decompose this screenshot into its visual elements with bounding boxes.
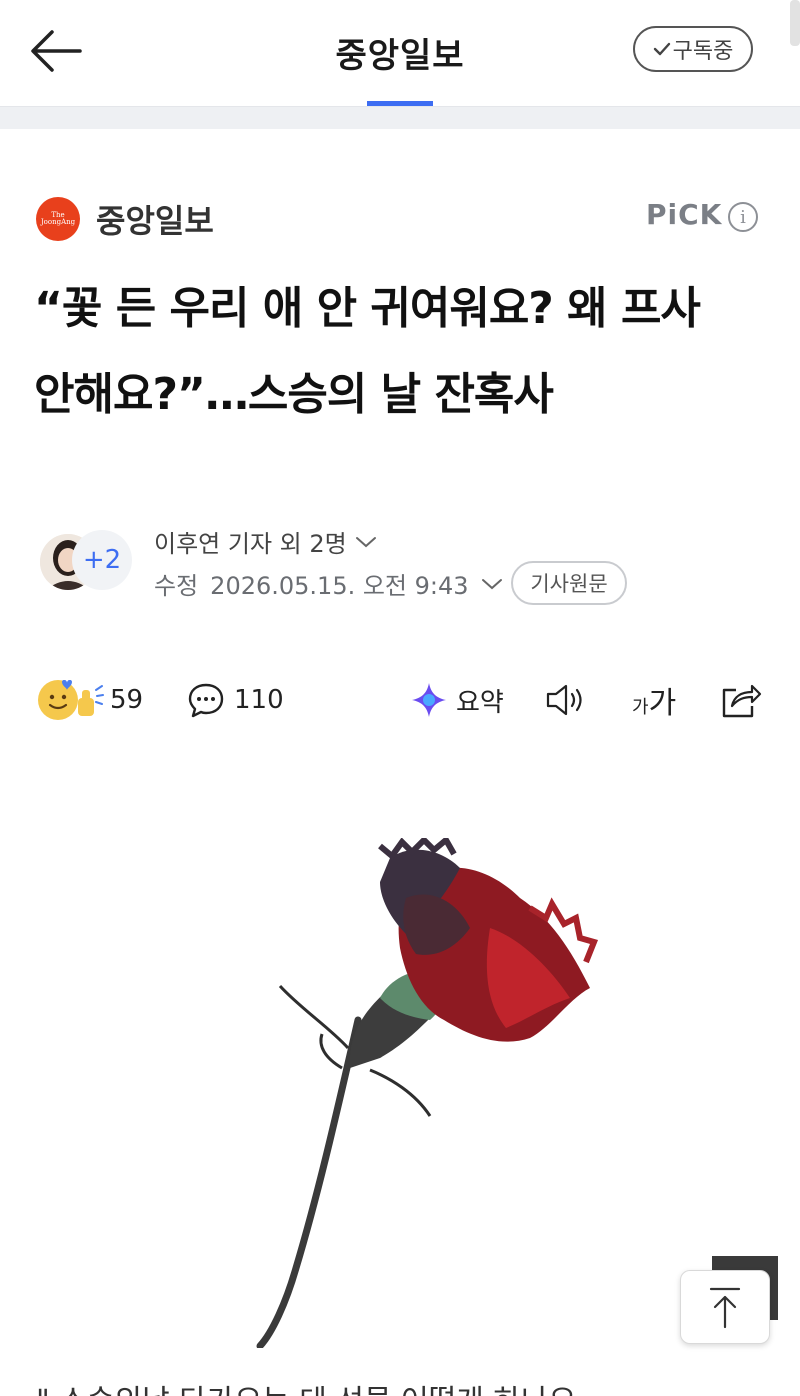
summary-label: 요약: [456, 687, 504, 718]
comment-button[interactable]: 110: [186, 670, 284, 730]
pick-badge: PiCK: [646, 198, 723, 231]
comment-count: 110: [234, 685, 284, 715]
speaker-icon: [546, 684, 582, 716]
comment-icon: [188, 683, 224, 718]
subscribe-button[interactable]: 구독중: [633, 26, 753, 72]
chevron-down-icon: [481, 578, 502, 589]
more-authors-badge[interactable]: +2: [72, 530, 132, 590]
article-image[interactable]: [230, 835, 610, 1350]
share-icon: [722, 684, 762, 718]
font-large-label: 가: [648, 686, 677, 721]
font-small-label: 가: [632, 697, 649, 718]
check-icon: [653, 42, 670, 56]
date-label: 수정: [154, 572, 199, 600]
subscribe-label: 구독중: [672, 39, 734, 64]
arrow-up-icon: [709, 1287, 741, 1329]
press-info[interactable]: The JoongAng 중앙일보: [36, 196, 214, 242]
summary-button[interactable]: 요약: [410, 670, 504, 730]
article-body-preview: " 스승의날 다가오는 데 선물 어떻게 하나요: [36, 1376, 776, 1396]
carnation-icon: [256, 835, 599, 1350]
ai-sparkle-icon: [412, 683, 446, 717]
author-names: 이후연 기자 외 2명: [154, 530, 347, 558]
press-name: 중앙일보: [96, 202, 214, 240]
top-bar: 중앙일보 구독중: [0, 0, 800, 106]
header-divider: [0, 106, 800, 129]
scrollbar[interactable]: [790, 0, 800, 46]
share-button[interactable]: [718, 670, 762, 730]
reaction-count: 59: [110, 685, 144, 715]
info-icon[interactable]: i: [728, 202, 758, 232]
chevron-down-icon: [355, 536, 376, 547]
article-headline: “꽃 든 우리 애 안 귀여워요? 왜 프사 안해요?”…스승의 날 잔혹사: [34, 283, 701, 420]
date-value: 2026.05.15. 오전 9:43: [210, 572, 469, 600]
action-bar: 59 110 요약 가 가: [0, 670, 800, 730]
read-aloud-button[interactable]: [544, 670, 588, 730]
reaction-button[interactable]: 59: [38, 670, 143, 730]
smile-emoji-icon: [38, 679, 78, 720]
font-size-button[interactable]: 가 가: [632, 670, 676, 730]
scroll-top-button[interactable]: [680, 1270, 770, 1344]
press-logo: The JoongAng: [36, 197, 80, 241]
original-article-button[interactable]: 기사원문: [511, 561, 627, 605]
dateline[interactable]: 수정 2026.05.15. 오전 9:43: [154, 566, 503, 601]
byline[interactable]: 이후연 기자 외 2명: [154, 524, 377, 559]
